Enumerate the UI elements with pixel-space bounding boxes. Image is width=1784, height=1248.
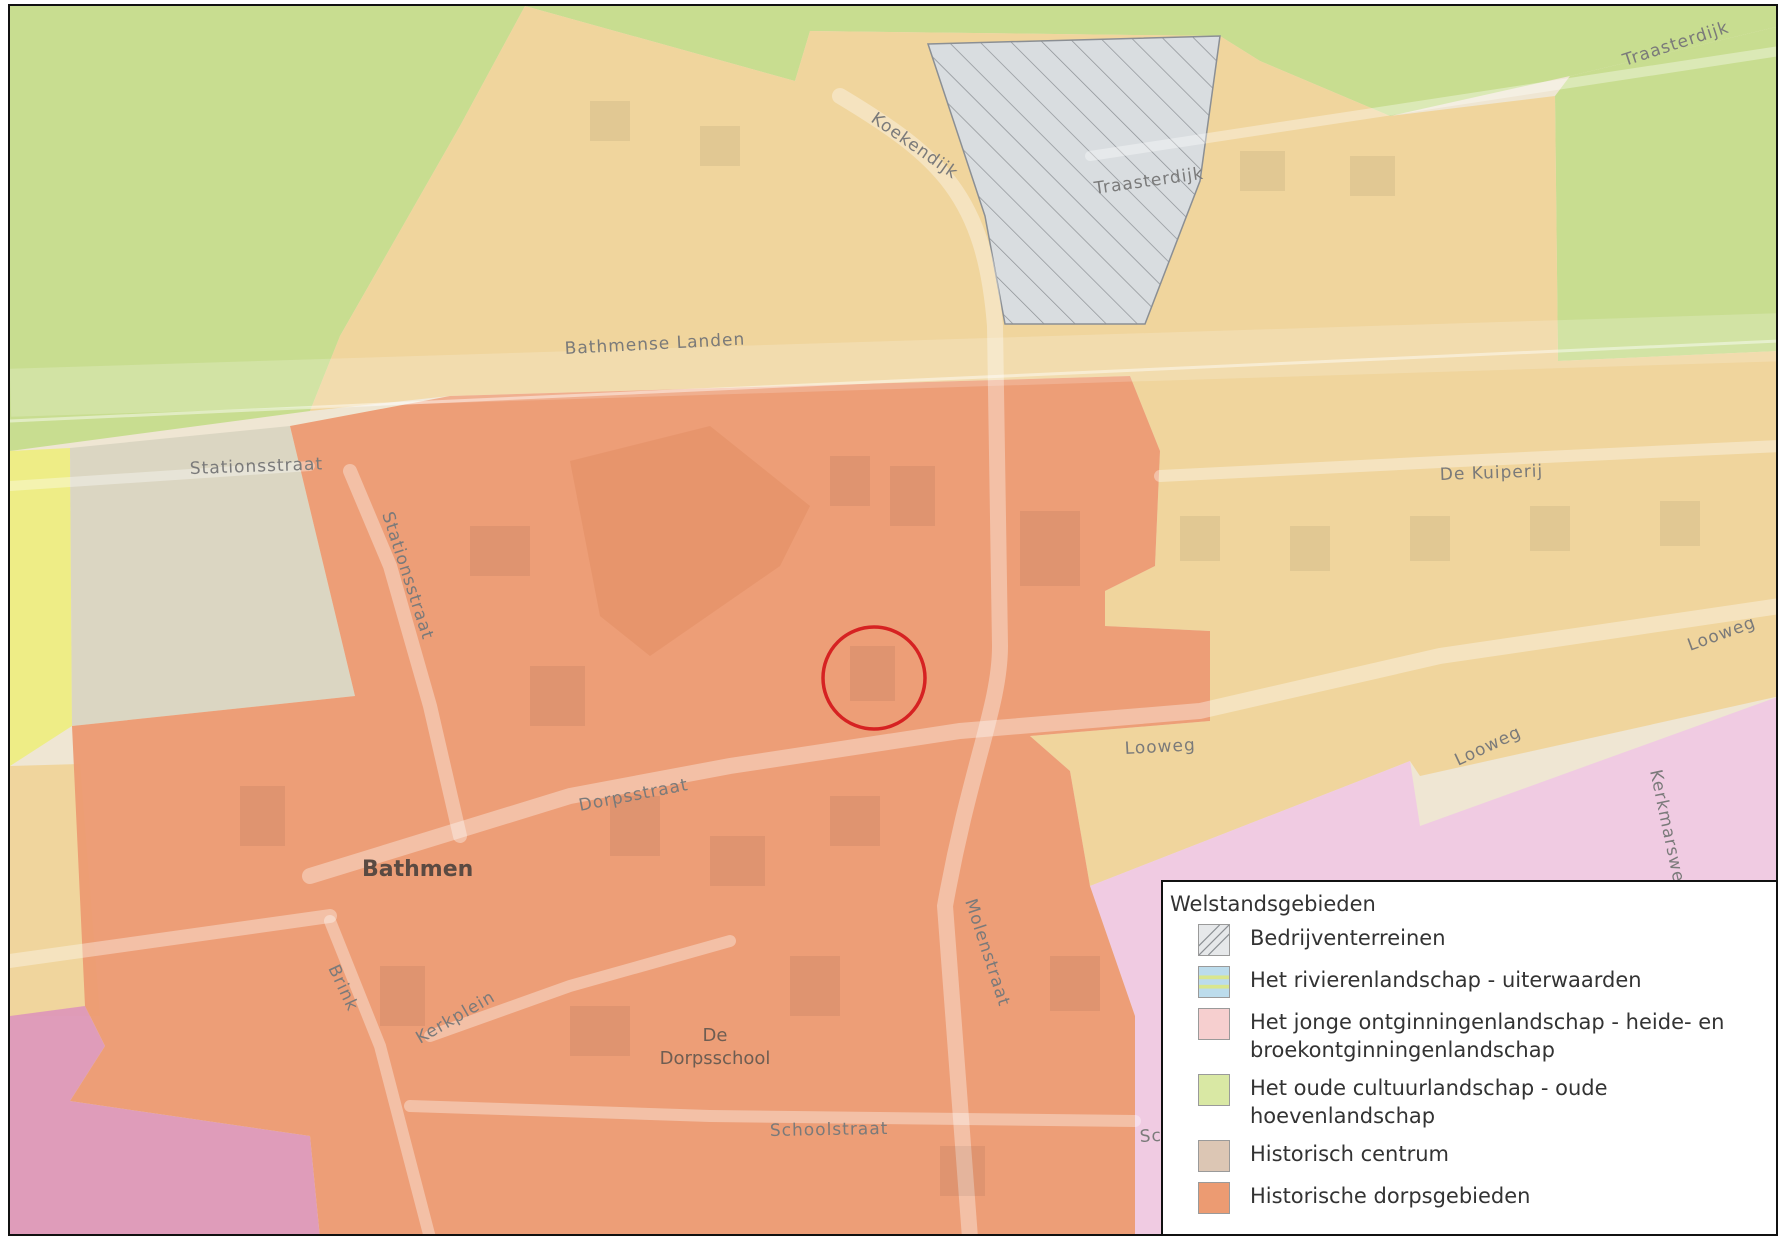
swatch-pink-icon <box>1198 1008 1230 1040</box>
legend-item-rivierenlandschap: Het rivierenlandschap - uiterwaarden <box>1198 966 1770 998</box>
poi-label-dorpsschool: Dorpsschool <box>660 1048 771 1069</box>
legend-label-bedrijventerreinen: Bedrijventerreinen <box>1250 926 1446 950</box>
legend-item-historische-dorpsgebieden: Historische dorpsgebieden <box>1198 1182 1770 1214</box>
legend-label-oude-cultuur: Het oude cultuurlandschap - oude hoevenl… <box>1250 1076 1608 1128</box>
poi-label-de: De <box>703 1025 728 1046</box>
legend-panel: Welstandsgebieden Bedrijventerreinen Het… <box>1161 880 1776 1234</box>
swatch-striped-blue-icon <box>1198 966 1230 998</box>
legend-item-jonge-ontginning: Het jonge ontginningenlandschap - heide-… <box>1198 1008 1770 1064</box>
legend-title: Welstandsgebieden <box>1170 892 1376 916</box>
swatch-orange-icon <box>1198 1182 1230 1214</box>
swatch-green-icon <box>1198 1074 1230 1106</box>
street-label-looweg-west: Looweg <box>1124 735 1196 759</box>
swatch-beige-icon <box>1198 1140 1230 1172</box>
legend-item-historisch-centrum: Historisch centrum <box>1198 1140 1770 1172</box>
legend-item-oude-cultuur: Het oude cultuurlandschap - oude hoevenl… <box>1198 1074 1770 1130</box>
legend-label-rivierenlandschap: Het rivierenlandschap - uiterwaarden <box>1250 968 1642 992</box>
legend-label-jonge-ontginning: Het jonge ontginningenlandschap - heide-… <box>1250 1010 1725 1062</box>
legend-label-historisch-centrum: Historisch centrum <box>1250 1142 1449 1166</box>
swatch-hatched-icon <box>1198 924 1230 956</box>
street-label-schoolstraat-cut: Sc <box>1139 1126 1162 1147</box>
map-frame[interactable]: Traasterdijk Traasterdijk Koekendijk Bat… <box>8 4 1778 1236</box>
legend-item-bedrijventerreinen: Bedrijventerreinen <box>1198 924 1770 956</box>
legend-label-historische-dorpsgebieden: Historische dorpsgebieden <box>1250 1184 1531 1208</box>
zone-yellow-west[interactable] <box>10 448 72 766</box>
street-label-de-kuiperij: De Kuiperij <box>1439 461 1543 485</box>
street-label-schoolstraat: Schoolstraat <box>770 1119 889 1141</box>
place-label-bathmen: Bathmen <box>362 857 473 882</box>
